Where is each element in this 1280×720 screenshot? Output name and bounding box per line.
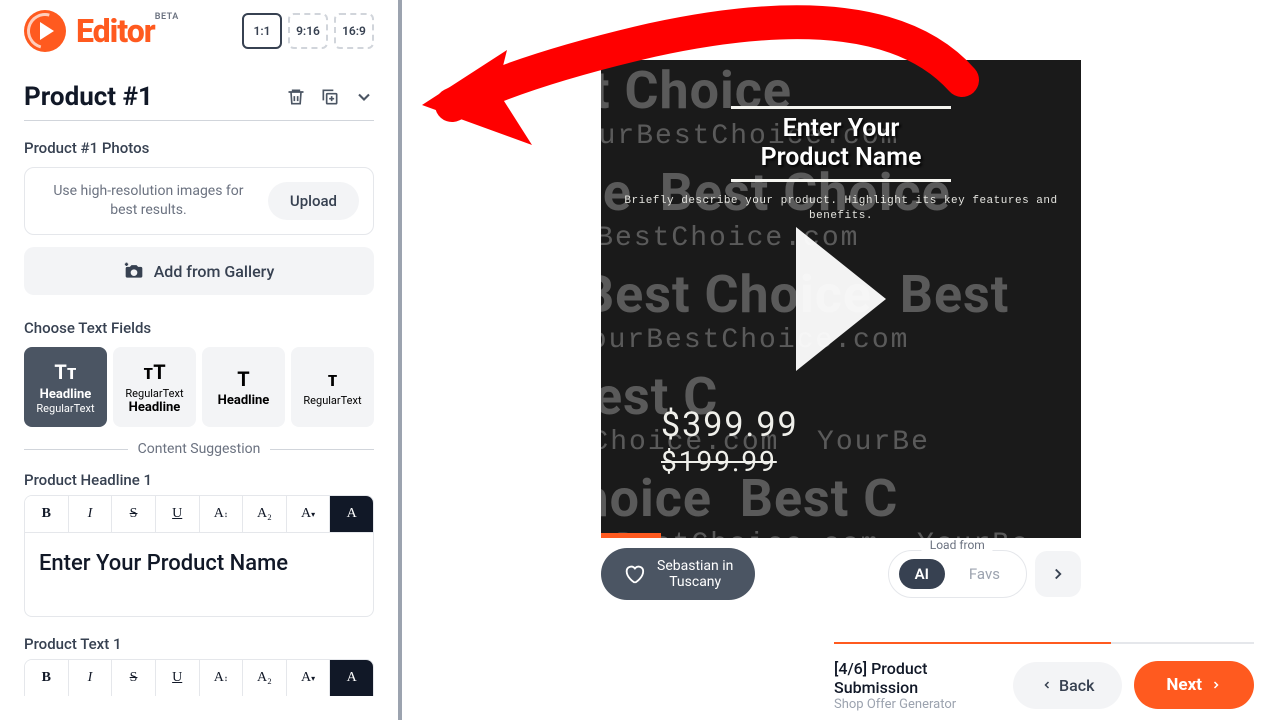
italic-button[interactable]: I — [69, 496, 113, 532]
add-from-gallery-button[interactable]: Add from Gallery — [24, 247, 374, 295]
upload-hint: Use high-resolution images for best resu… — [39, 182, 258, 220]
sidebar: EditorBETA 1:1 9:16 16:9 Product #1 Prod… — [0, 0, 402, 720]
chevron-down-icon[interactable] — [354, 87, 374, 107]
progress-line — [834, 642, 1254, 644]
preview-canvas[interactable]: Best Choice YourBestChoice.com Best Choi… — [601, 60, 1081, 538]
choose-fields-label: Choose Text Fields — [24, 319, 374, 337]
main-area: Best Choice YourBestChoice.com Best Choi… — [402, 0, 1280, 720]
bg-color-button[interactable]: A — [330, 496, 373, 532]
load-favs-button[interactable]: Favs — [953, 559, 1016, 589]
load-ai-button[interactable]: AI — [899, 559, 945, 589]
strike-button[interactable]: S — [112, 496, 156, 532]
gallery-button-label: Add from Gallery — [154, 262, 275, 281]
ratio-1-1[interactable]: 1:1 — [242, 13, 282, 49]
product-title: Product #1 — [24, 82, 153, 112]
font-size-button[interactable]: A↕ — [200, 496, 244, 532]
ratio-9-16[interactable]: 9:16 — [288, 13, 328, 49]
upload-button[interactable]: Upload — [268, 182, 359, 220]
title-actions — [286, 87, 374, 107]
text-color-button[interactable]: A▾ — [287, 496, 331, 532]
strike-button-2[interactable]: S — [112, 660, 156, 696]
font-size-button-2[interactable]: A↕ — [200, 660, 244, 696]
field-opt-regular[interactable]: ᴛ RegularText — [291, 347, 374, 427]
heart-icon — [623, 563, 645, 585]
video-progress[interactable] — [601, 533, 661, 538]
text1-label: Product Text 1 — [24, 635, 374, 653]
load-from-group: Load from AI Favs — [888, 550, 1027, 598]
delete-icon[interactable] — [286, 87, 306, 107]
camera-plus-icon — [124, 261, 144, 281]
content-suggestion-divider: Content Suggestion — [24, 441, 374, 457]
italic-button-2[interactable]: I — [69, 660, 113, 696]
canvas-controls-row: Sebastian inTuscany Load from AI Favs — [601, 548, 1081, 600]
step-subtitle: Shop Offer Generator — [834, 697, 1013, 712]
bg-color-button-2[interactable]: A — [330, 660, 373, 696]
text-color-button-2[interactable]: A▾ — [287, 660, 331, 696]
field-opt-headline[interactable]: T Headline — [202, 347, 285, 427]
bold-button[interactable]: B — [25, 496, 69, 532]
step-title: [4/6] Product Submission — [834, 659, 1013, 697]
text1-toolbar: B I S U A↕ A₂ A▾ A — [24, 659, 374, 696]
next-button[interactable]: Next — [1134, 661, 1254, 709]
chevron-right-icon — [1210, 679, 1222, 691]
headline1-input[interactable]: Enter Your Product Name — [24, 532, 374, 617]
underline-button-2[interactable]: U — [156, 660, 200, 696]
photos-label: Product #1 Photos — [24, 139, 374, 157]
aspect-ratio-group: 1:1 9:16 16:9 — [242, 13, 374, 49]
upload-box: Use high-resolution images for best resu… — [24, 167, 374, 235]
chevron-left-icon — [1041, 679, 1053, 691]
price-overlay: $399.99 $199.99 — [661, 405, 799, 478]
field-opt-headline-regular[interactable]: Tᴛ Headline RegularText — [24, 347, 107, 427]
text-field-options: Tᴛ Headline RegularText ᴛT RegularText H… — [24, 347, 374, 427]
duplicate-icon[interactable] — [320, 87, 340, 107]
back-button[interactable]: Back — [1013, 662, 1122, 709]
footer: [4/6] Product Submission Shop Offer Gene… — [808, 650, 1280, 720]
music-selector[interactable]: Sebastian inTuscany — [601, 548, 755, 600]
headline1-label: Product Headline 1 — [24, 471, 374, 489]
headline1-toolbar: B I S U A↕ A₂ A▾ A — [24, 495, 374, 532]
ratio-16-9[interactable]: 16:9 — [334, 13, 374, 49]
canvas-text-overlay: Enter YourProduct Name Briefly describe … — [601, 100, 1081, 224]
underline-button[interactable]: U — [156, 496, 200, 532]
bold-button-2[interactable]: B — [25, 660, 69, 696]
header-row: EditorBETA 1:1 9:16 16:9 — [24, 10, 374, 52]
field-opt-regular-headline[interactable]: ᴛT RegularText Headline — [113, 347, 196, 427]
logo[interactable]: EditorBETA — [24, 10, 179, 52]
subscript-button[interactable]: A₂ — [243, 496, 287, 532]
product-title-row: Product #1 — [24, 82, 374, 121]
play-icon[interactable] — [796, 227, 886, 371]
subscript-button-2[interactable]: A₂ — [243, 660, 287, 696]
logo-text: Editor — [76, 12, 155, 50]
next-variant-button[interactable] — [1035, 551, 1081, 597]
chevron-right-icon — [1049, 565, 1067, 583]
beta-badge: BETA — [155, 12, 179, 22]
logo-icon — [24, 10, 66, 52]
